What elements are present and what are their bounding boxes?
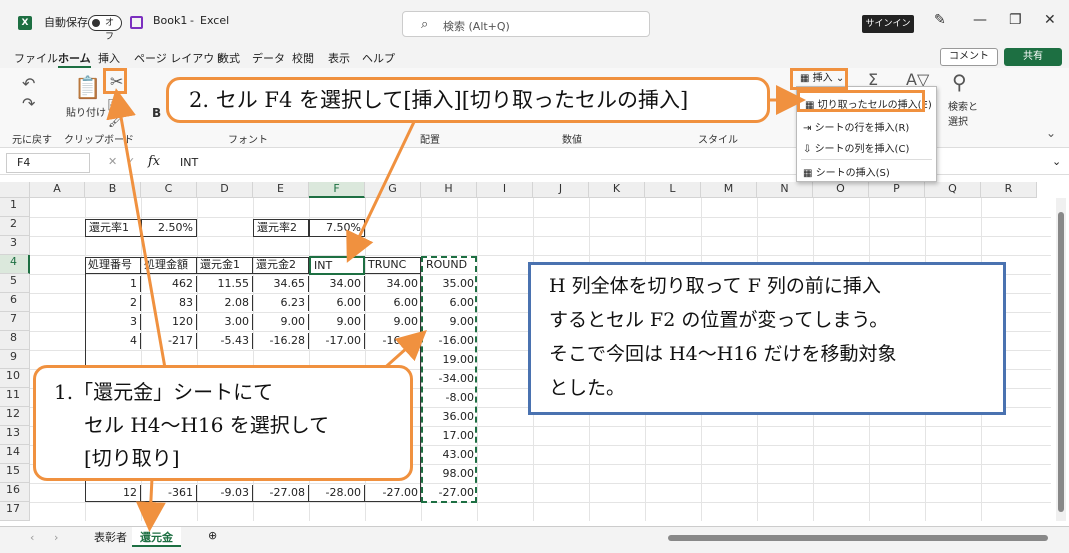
arrow-to-f4 [346,121,416,263]
arrow-to-cut [106,88,167,369]
step1-callout: 1.「還元金」シートにて セル H4〜H16 を選択して [切り取り] [33,365,413,481]
step2-callout: 2. セル F4 を選択して[挿入][切り取ったセルの挿入] [166,77,770,123]
note-box: H 列全体を切り取って F 列の前に挿入 するとセル F2 の位置が変ってしまう… [528,262,1006,415]
arrow-to-tab [135,477,166,532]
